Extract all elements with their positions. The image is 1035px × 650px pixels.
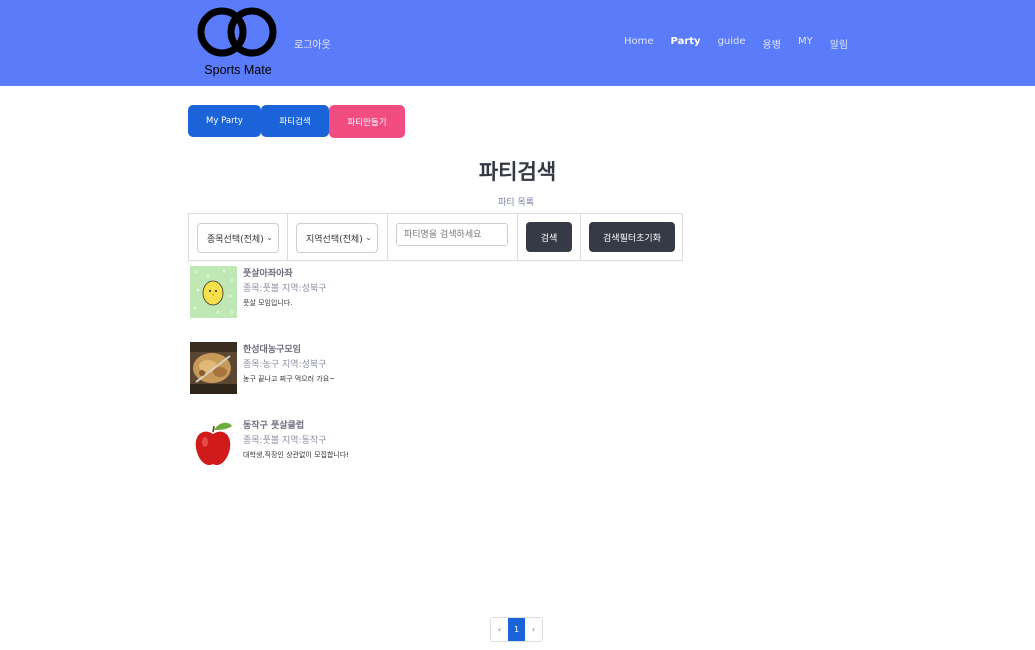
food-photo xyxy=(190,342,237,394)
nav-mercenary[interactable]: 용병 xyxy=(763,36,781,51)
chevron-down-icon: ⌄ xyxy=(365,233,372,242)
filter-bar: 종목선택(전체) ⌄ 지역선택(전체) ⌄ 검색 검색필터초기화 xyxy=(188,213,683,261)
sport-select[interactable]: 종목선택(전체) ⌄ xyxy=(197,223,279,253)
party-description: 풋살 모임입니다. xyxy=(243,299,293,307)
region-select[interactable]: 지역선택(전체) ⌄ xyxy=(296,223,378,253)
sport-select-value: 종목선택(전체) xyxy=(207,234,264,245)
logout-link[interactable]: 로그아웃 xyxy=(294,36,331,51)
reset-button-cell: 검색필터초기화 xyxy=(581,214,682,260)
party-name[interactable]: 풋살아좌아좌 xyxy=(243,266,293,279)
party-create-button[interactable]: 파티만들기 xyxy=(329,105,405,138)
main-nav: Home Party guide 용병 MY 알림 xyxy=(624,36,865,51)
next-page-button[interactable]: › xyxy=(525,618,542,641)
party-meta: 종목:풋볼 지역:성북구 xyxy=(243,284,327,294)
party-list-item[interactable]: 한성대농구모임 종목:농구 지역:성북구 농구 끝나고 찌구 먹으러 가요~ xyxy=(190,342,490,396)
party-name[interactable]: 동작구 풋살클럽 xyxy=(243,418,304,431)
chick-icon xyxy=(190,266,237,318)
party-meta: 종목:풋볼 지역:동작구 xyxy=(243,436,327,446)
party-name[interactable]: 한성대농구모임 xyxy=(243,342,301,355)
linked-rings-icon xyxy=(197,7,277,57)
party-description: 농구 끝나고 찌구 먹으러 가요~ xyxy=(243,375,336,383)
party-list-item[interactable]: 풋살아좌아좌 종목:풋볼 지역:성북구 풋살 모임입니다. xyxy=(190,266,490,320)
search-button[interactable]: 검색 xyxy=(526,222,572,252)
nav-my[interactable]: MY xyxy=(798,36,813,51)
page-title: 파티검색 xyxy=(478,160,557,184)
party-meta: 종목:농구 지역:성북구 xyxy=(243,360,327,370)
apple-icon xyxy=(190,418,237,470)
prev-page-button[interactable]: ‹ xyxy=(491,618,508,641)
party-tabs: My Party 파티검색 파티만들기 xyxy=(188,105,405,138)
my-party-button[interactable]: My Party xyxy=(188,105,261,137)
page-subtitle: 파티 목록 xyxy=(498,198,534,208)
party-description: 대학생,직장인 상관없이 모집합니다! xyxy=(243,451,350,459)
top-navbar: Sports Mate 로그아웃 Home Party guide 용병 MY … xyxy=(0,0,1035,86)
sports-mate-logo[interactable]: Sports Mate xyxy=(196,4,280,80)
nav-guide[interactable]: guide xyxy=(718,36,746,51)
reset-filters-button[interactable]: 검색필터초기화 xyxy=(589,222,675,252)
pagination: ‹ 1 › xyxy=(490,617,543,642)
party-search-button[interactable]: 파티검색 xyxy=(261,105,329,137)
sport-filter-cell: 종목선택(전체) ⌄ xyxy=(189,214,288,260)
search-button-cell: 검색 xyxy=(518,214,581,260)
nav-party[interactable]: Party xyxy=(671,36,701,51)
nav-notifications[interactable]: 알림 xyxy=(830,36,848,51)
page-1-button[interactable]: 1 xyxy=(508,618,525,641)
region-filter-cell: 지역선택(전체) ⌄ xyxy=(288,214,388,260)
region-select-value: 지역선택(전체) xyxy=(306,234,363,245)
party-list-item[interactable]: 동작구 풋살클럽 종목:풋볼 지역:동작구 대학생,직장인 상관없이 모집합니다… xyxy=(190,418,490,472)
nav-home[interactable]: Home xyxy=(624,36,654,51)
chevron-down-icon: ⌄ xyxy=(266,233,273,242)
logo-text: Sports Mate xyxy=(204,63,272,77)
search-cell xyxy=(388,214,518,260)
party-search-input[interactable] xyxy=(396,223,508,246)
